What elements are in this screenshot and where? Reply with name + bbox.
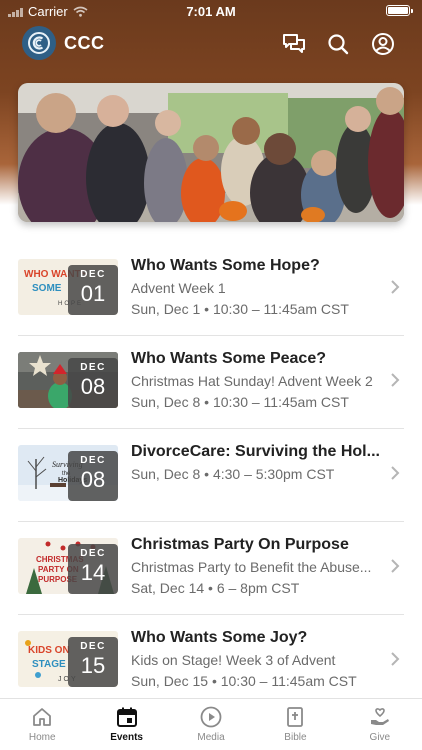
profile-icon[interactable]	[370, 31, 396, 57]
date-badge: DEC 08	[68, 451, 118, 501]
tab-media[interactable]: Media	[169, 699, 253, 750]
event-title: Who Wants Some Joy?	[131, 629, 308, 646]
date-month: DEC	[80, 548, 106, 559]
event-datetime: Sat, Dec 14 • 6 – 8pm CST	[131, 580, 300, 596]
tab-label: Bible	[284, 732, 307, 743]
date-day: 08	[80, 374, 106, 399]
chevron-right-icon	[391, 652, 400, 666]
date-month: DEC	[80, 269, 106, 280]
thumb-text-2: STAGE	[32, 659, 66, 670]
tab-events[interactable]: Events	[84, 699, 168, 750]
hero-image	[18, 83, 404, 222]
chevron-right-icon	[391, 559, 400, 573]
date-day: 14	[80, 560, 106, 585]
tab-label: Media	[197, 732, 225, 743]
event-datetime: Sun, Dec 8 • 4:30 – 5:30pm CST	[131, 466, 335, 482]
logo-icon	[28, 32, 50, 54]
date-day: 15	[80, 653, 106, 678]
status-time: 7:01 AM	[186, 4, 236, 19]
give-icon	[370, 708, 389, 725]
event-datetime: Sun, Dec 8 • 10:30 – 11:45am CST	[131, 394, 349, 410]
status-bar: Carrier 7:01 AM	[0, 0, 422, 22]
event-item[interactable]: CHRISTMAS PARTY ON PURPOSE DEC 14 Christ…	[0, 522, 422, 615]
thumb-text-2: SOME	[32, 283, 62, 294]
event-item[interactable]: DEC 08 Who Wants Some Peace? Christmas H…	[0, 336, 422, 429]
bible-icon	[287, 707, 304, 727]
event-subtitle: Advent Week 1	[131, 280, 226, 296]
event-title: Christmas Party On Purpose	[131, 536, 349, 553]
event-title: Who Wants Some Peace?	[131, 350, 326, 367]
event-subtitle: Christmas Party to Benefit the Abuse...	[131, 559, 372, 575]
date-month: DEC	[80, 641, 106, 652]
app-bar: CCC	[0, 26, 422, 62]
thumb-text-1: KIDS ON	[28, 645, 70, 656]
event-item[interactable]: KIDS ON STAGE JOY DEC 15 Who Wants Some …	[0, 615, 422, 708]
event-item[interactable]: Surviving the Holidays DEC 08 DivorceCar…	[0, 429, 422, 522]
event-subtitle: Christmas Hat Sunday! Advent Week 2	[131, 373, 373, 389]
event-title: Who Wants Some Hope?	[131, 257, 320, 274]
events-list: WHO WANTS SOME HOPE DEC 01 Who Wants Som…	[0, 243, 422, 708]
tab-bible[interactable]: Bible	[253, 699, 337, 750]
tab-home[interactable]: Home	[0, 699, 84, 750]
event-subtitle: Kids on Stage! Week 3 of Advent	[131, 652, 336, 668]
home-icon	[33, 708, 52, 726]
tab-label: Give	[369, 732, 391, 743]
tab-bar: Home Events Media Bible Give	[0, 698, 422, 750]
tab-give[interactable]: Give	[338, 699, 422, 750]
date-month: DEC	[80, 362, 106, 373]
date-day: 08	[80, 467, 106, 492]
date-badge: DEC 14	[68, 544, 118, 594]
tab-label: Events	[110, 732, 143, 743]
chevron-right-icon	[391, 280, 400, 294]
chevron-right-icon	[391, 466, 400, 480]
messages-icon[interactable]	[281, 31, 307, 57]
church-logo[interactable]	[22, 26, 56, 60]
event-title: DivorceCare: Surviving the Hol...	[131, 443, 380, 460]
event-item[interactable]: WHO WANTS SOME HOPE DEC 01 Who Wants Som…	[0, 243, 422, 336]
chevron-right-icon	[391, 373, 400, 387]
calendar-icon	[116, 707, 137, 727]
date-month: DEC	[80, 455, 106, 466]
tab-label: Home	[28, 732, 56, 743]
date-badge: DEC 01	[68, 265, 118, 315]
battery-icon	[386, 5, 413, 16]
hero-photo[interactable]	[18, 83, 404, 222]
date-badge: DEC 15	[68, 637, 118, 687]
app-title: CCC	[64, 33, 105, 53]
event-datetime: Sun, Dec 1 • 10:30 – 11:45am CST	[131, 301, 349, 317]
search-icon[interactable]	[325, 31, 351, 57]
date-badge: DEC 08	[68, 358, 118, 408]
event-datetime: Sun, Dec 15 • 10:30 – 11:45am CST	[131, 673, 357, 689]
date-day: 01	[80, 281, 106, 306]
play-icon	[200, 706, 222, 728]
